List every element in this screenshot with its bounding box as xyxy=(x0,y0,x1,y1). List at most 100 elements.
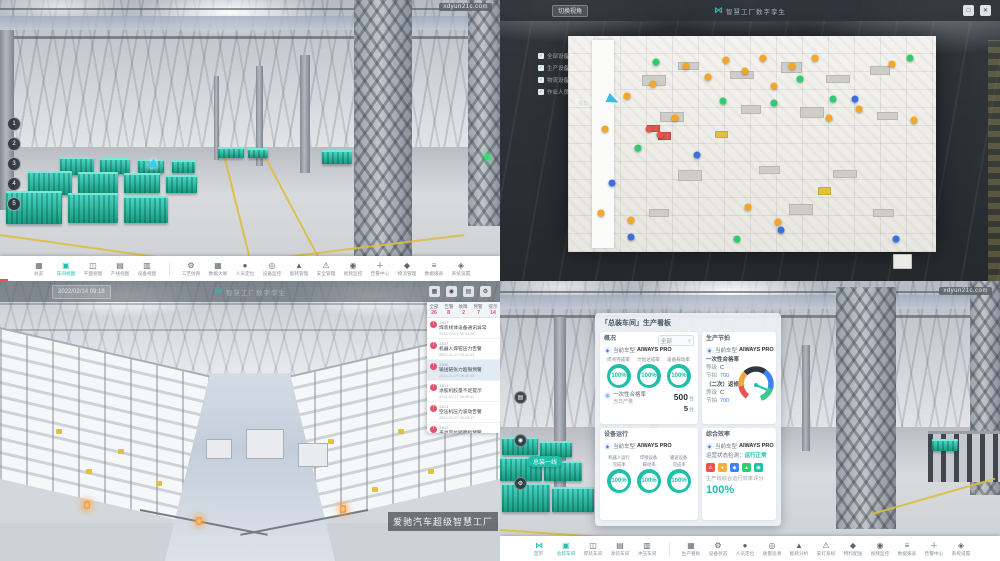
legend-more-button[interactable]: 视角 xyxy=(574,99,592,107)
checkbox-icon[interactable] xyxy=(538,89,544,95)
status-mini-icon[interactable]: ◆ xyxy=(730,463,739,472)
selected-line-tag[interactable]: 总装一线 xyxy=(528,456,562,467)
map-dot[interactable] xyxy=(704,74,711,81)
station-badge[interactable]: 1 xyxy=(7,117,21,131)
toolbar-item[interactable]: ◉ 视频监控 xyxy=(340,261,367,277)
map-dot[interactable] xyxy=(649,80,656,87)
map-dot[interactable] xyxy=(760,54,767,61)
map-dot[interactable] xyxy=(623,93,630,100)
legend-item[interactable]: 全部设备 xyxy=(538,52,569,60)
map-dot[interactable] xyxy=(852,95,859,102)
map-dot[interactable] xyxy=(653,58,660,65)
checkbox-icon[interactable] xyxy=(538,77,544,83)
toolbar-item[interactable]: ▦ 总览 xyxy=(26,261,53,277)
toolbar-item[interactable]: ▲ 能耗分析 xyxy=(786,541,813,557)
toolbar-item[interactable]: ▤ 产线视图 xyxy=(107,261,134,277)
map-dot[interactable] xyxy=(734,236,741,243)
map-dot[interactable] xyxy=(609,179,616,186)
alarm-stat[interactable]: 告警 8 xyxy=(442,302,457,317)
toolbar-item[interactable]: ▤ 涂装车间 xyxy=(607,541,634,557)
toolbar-item[interactable]: ⚠ 安全管理 xyxy=(313,261,340,277)
toolbar-item[interactable]: ≡ 数据报表 xyxy=(421,261,448,277)
map-dot[interactable] xyxy=(826,115,833,122)
map-dot[interactable] xyxy=(771,99,778,106)
toolbar-item[interactable]: ▦ 数据大屏 xyxy=(205,261,232,277)
toolbar-item[interactable]: ◆ 物流管理 xyxy=(394,261,421,277)
toolbar-item[interactable]: ◈ 系统设置 xyxy=(448,261,475,277)
alarm-list-item[interactable]: 11D2 夹具定位销磨损预警 2022-01-07 09:06:52 xyxy=(427,423,500,433)
alarm-stat[interactable]: 预警 7 xyxy=(471,302,486,317)
status-mini-icon[interactable]: ⚠ xyxy=(706,463,715,472)
alarm-stat[interactable]: 故障 2 xyxy=(456,302,471,317)
map-dot[interactable] xyxy=(657,132,664,139)
station-badge[interactable]: 3 xyxy=(7,157,21,171)
scene-tool-button[interactable]: ⚙ xyxy=(514,477,527,490)
fullscreen-button[interactable]: □ xyxy=(963,5,974,16)
toolbar-item[interactable]: ≡ 数据报表 xyxy=(894,541,921,557)
toolbar-item[interactable]: ◫ 平面视图 xyxy=(80,261,107,277)
map-dot[interactable] xyxy=(627,233,634,240)
floor-plan-map[interactable] xyxy=(568,36,936,252)
map-dot[interactable] xyxy=(771,82,778,89)
toolbar-item[interactable]: ⚙ 工艺仿真 xyxy=(178,261,205,277)
scene-tool-button[interactable]: ▤ xyxy=(514,391,527,404)
map-dot[interactable] xyxy=(888,61,895,68)
map-dot[interactable] xyxy=(774,218,781,225)
map-dot[interactable] xyxy=(723,56,730,63)
map-dot[interactable] xyxy=(682,63,689,70)
toolbar-item[interactable]: ▦ 生产看板 xyxy=(678,541,705,557)
alarm-list-item[interactable]: 11B2 输送链张力超限预警 2022-01-07 09:10:58 xyxy=(427,360,500,381)
status-mini-icon[interactable]: ● xyxy=(718,463,727,472)
map-dot[interactable] xyxy=(601,125,608,132)
toolbar-item[interactable]: ◎ 设备监控 xyxy=(259,261,286,277)
toolbar-item[interactable]: ◉ 视频监控 xyxy=(867,541,894,557)
legend-item[interactable]: 生产设备 xyxy=(538,64,569,72)
map-dot[interactable] xyxy=(910,117,917,124)
map-dot[interactable] xyxy=(745,203,752,210)
toolbar-item[interactable]: ＋ 告警中心 xyxy=(367,261,394,277)
map-dot[interactable] xyxy=(796,76,803,83)
legend-item[interactable]: 作业人员 xyxy=(538,88,569,96)
checkbox-icon[interactable] xyxy=(538,53,544,59)
map-dot[interactable] xyxy=(892,236,899,243)
station-badge[interactable]: 4 xyxy=(7,177,21,191)
toolbar-item[interactable]: ＋ 告警中心 xyxy=(921,541,948,557)
toolbar-item[interactable]: ● 人员定位 xyxy=(232,261,259,277)
map-dot[interactable] xyxy=(829,95,836,102)
alarm-stat[interactable]: 全部 26 xyxy=(427,302,442,317)
filter-dropdown[interactable]: 全部 xyxy=(658,335,694,346)
toolbar-item[interactable]: ◎ 质量追溯 xyxy=(759,541,786,557)
status-dot-marker[interactable] xyxy=(484,154,490,160)
map-dot[interactable] xyxy=(645,125,652,132)
close-button[interactable]: ✕ xyxy=(980,5,991,16)
map-dot[interactable] xyxy=(741,67,748,74)
toolbar-item[interactable]: ▥ 设备视图 xyxy=(134,261,161,277)
legend-item[interactable]: 物流设备 xyxy=(538,76,569,84)
map-dot[interactable] xyxy=(719,97,726,104)
view-switch-button[interactable]: 切换视角 xyxy=(552,5,588,17)
status-mini-icon[interactable]: ▲ xyxy=(742,463,751,472)
map-dot[interactable] xyxy=(811,54,818,61)
toolbar-item[interactable]: ▥ 冲压车间 xyxy=(634,541,661,557)
topbar-tool-button[interactable]: ⚙ xyxy=(480,286,491,297)
toolbar-item[interactable]: ▣ 总装车间 xyxy=(553,541,580,557)
map-dot[interactable] xyxy=(671,115,678,122)
alarm-list-item[interactable]: 11D7 机器人焊钳压力告警 2022-01-07 09:11:43 xyxy=(427,339,500,360)
toolbar-item[interactable]: ◆ 物料配送 xyxy=(840,541,867,557)
map-dot[interactable] xyxy=(693,151,700,158)
scene-tool-button[interactable]: ◉ xyxy=(514,434,527,447)
toolbar-item[interactable]: ⚙ 设备状态 xyxy=(705,541,732,557)
mini-panel[interactable] xyxy=(893,254,912,269)
map-dot[interactable] xyxy=(634,145,641,152)
alarm-list-item[interactable]: 11D7 焊装线体设备通讯异常 2022-01-07 09:12:26 xyxy=(427,318,500,339)
topbar-tool-button[interactable]: ▤ xyxy=(463,286,474,297)
map-dot[interactable] xyxy=(778,227,785,234)
toolbar-item[interactable]: ◈ 系统设置 xyxy=(948,541,975,557)
toolbar-item[interactable]: ⚠ 安灯系统 xyxy=(813,541,840,557)
toolbar-item[interactable]: ▲ 能耗管理 xyxy=(286,261,313,277)
checkbox-icon[interactable] xyxy=(538,65,544,71)
alarm-list-item[interactable]: 11D1 涂胶机胶量不足提示 2022-01-07 09:09:31 xyxy=(427,381,500,402)
status-mini-icon[interactable]: ◉ xyxy=(754,463,763,472)
toolbar-item[interactable]: ◫ 焊装车间 xyxy=(580,541,607,557)
map-dot[interactable] xyxy=(855,106,862,113)
